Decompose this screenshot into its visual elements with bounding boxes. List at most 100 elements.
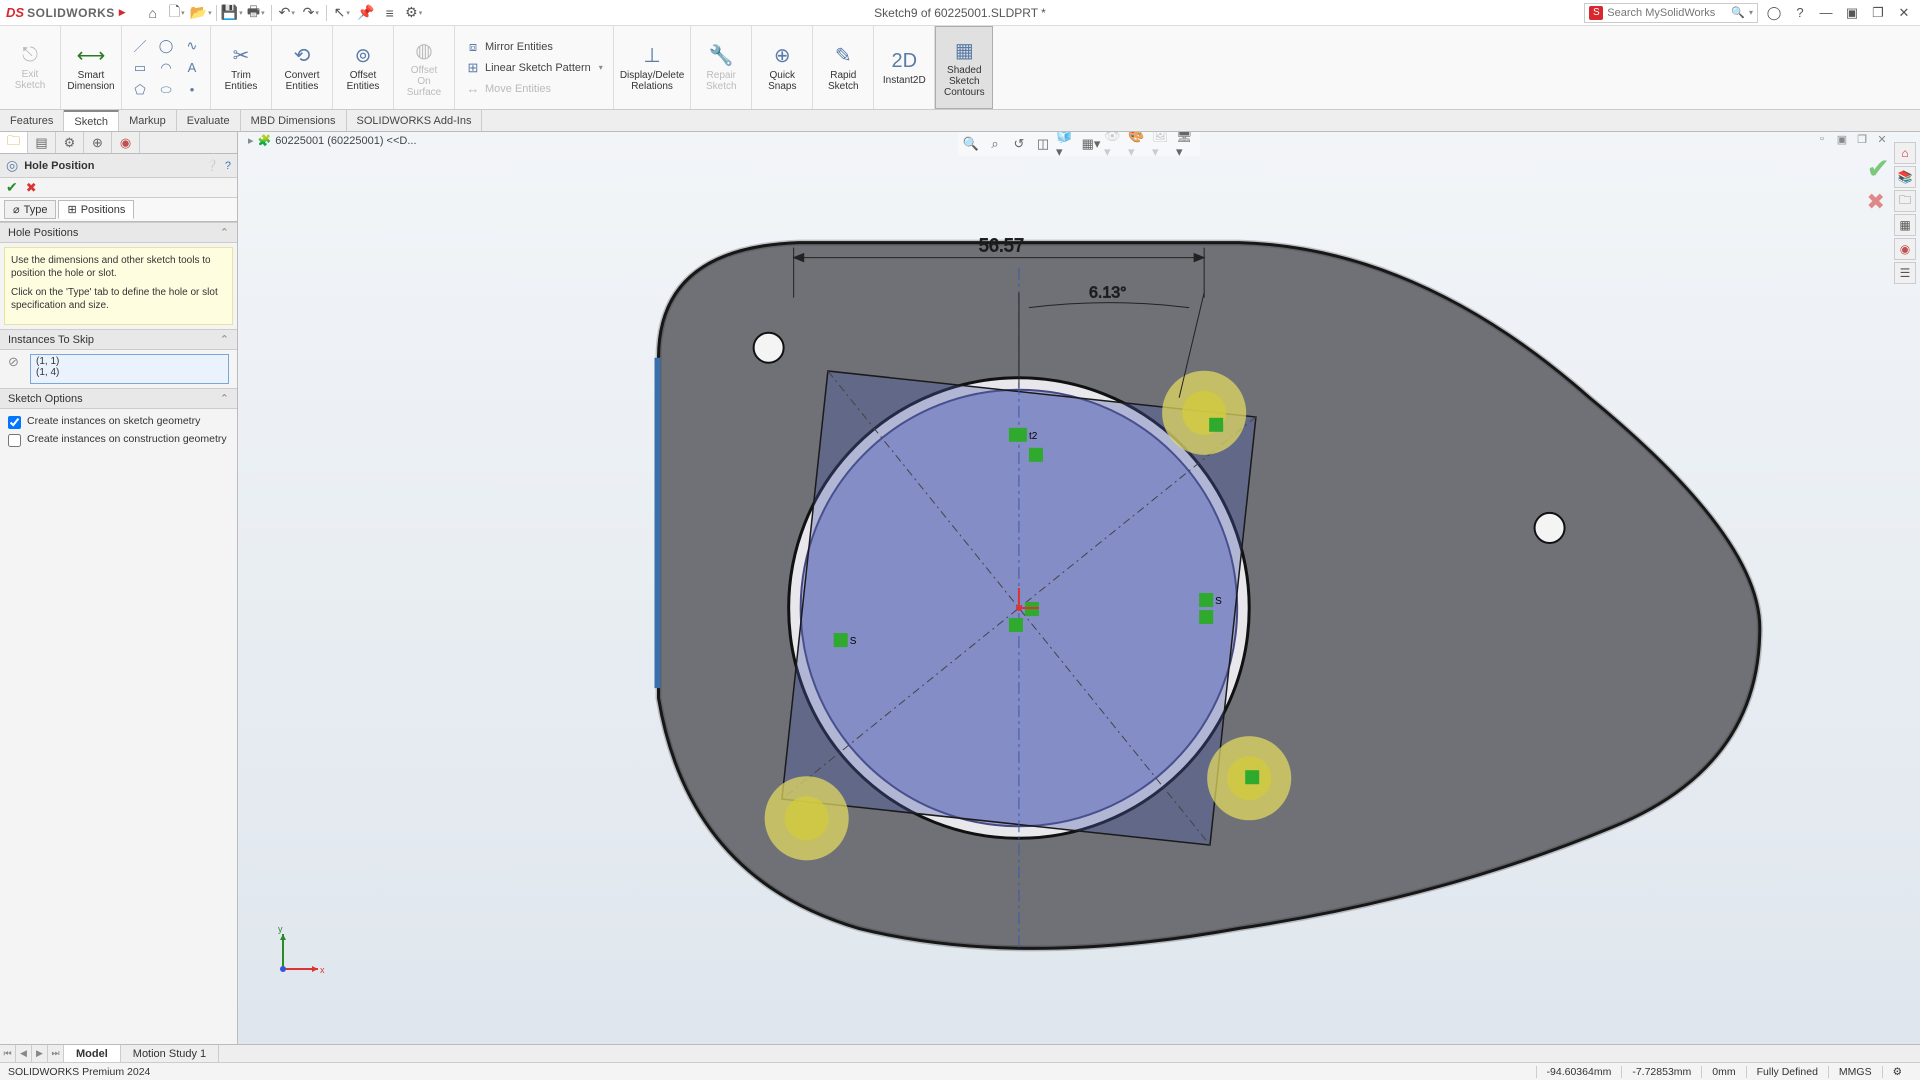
pm-title: Hole Position <box>24 160 199 172</box>
user-icon[interactable]: ◯ <box>1764 3 1784 23</box>
trim-entities-button[interactable]: ✂TrimEntities <box>217 43 265 92</box>
undo-icon[interactable]: ↶ <box>276 2 298 24</box>
part-drawing: t2 S S <box>238 132 1920 1044</box>
options-icon[interactable]: ⚙ <box>403 2 425 24</box>
ellipse-icon[interactable]: ⬭ <box>154 80 178 100</box>
pm-help-box: Use the dimensions and other sketch tool… <box>4 247 233 325</box>
tab-mbd-dimensions[interactable]: MBD Dimensions <box>241 110 347 131</box>
pin-icon[interactable]: 📌 <box>355 2 377 24</box>
spline-icon[interactable]: ∿ <box>180 36 204 56</box>
list-item[interactable]: (1, 1) <box>32 356 227 367</box>
svg-text:x: x <box>320 965 325 975</box>
selected-edge <box>654 358 660 688</box>
repair-sketch-button[interactable]: 🔧RepairSketch <box>697 43 745 92</box>
mirror-entities-button[interactable]: ⧈Mirror Entities <box>461 37 557 57</box>
pm-section-instances-skip[interactable]: Instances To Skip⌃ <box>0 329 237 350</box>
help-icon[interactable]: ? <box>1790 3 1810 23</box>
tab-nav-first-icon[interactable]: ⏮ <box>0 1045 16 1062</box>
tab-nav-next-icon[interactable]: ▶ <box>32 1045 48 1062</box>
move-entities-button[interactable]: ↔Move Entities <box>461 79 555 99</box>
save-icon[interactable]: 💾 <box>221 2 243 24</box>
text-icon[interactable]: A <box>180 58 204 78</box>
tab-model[interactable]: Model <box>64 1045 121 1062</box>
pm-help-icon[interactable]: ? <box>225 160 231 172</box>
search-input[interactable] <box>1607 7 1727 19</box>
tab-sketch[interactable]: Sketch <box>64 110 119 131</box>
pm-section-sketch-options[interactable]: Sketch Options⌃ <box>0 388 237 409</box>
print-icon[interactable]: 🖶 <box>245 2 267 24</box>
smart-dimension-button[interactable]: ⟷SmartDimension <box>67 43 115 92</box>
offset-on-surface-button[interactable]: ◍OffsetOnSurface <box>400 38 448 98</box>
fm-tab-feature-tree-icon[interactable]: 🗀 <box>0 132 28 153</box>
status-units[interactable]: MMGS <box>1828 1066 1882 1078</box>
type-tab-icon: ⌀ <box>13 203 20 216</box>
pm-accept-button[interactable]: ✔ <box>6 179 18 196</box>
skip-instances-list[interactable]: (1, 1) (1, 4) <box>30 354 229 384</box>
opt-create-on-sketch-geometry[interactable]: Create instances on sketch geometry <box>8 413 229 431</box>
display-delete-relations-button[interactable]: ⊥Display/DeleteRelations <box>620 43 684 92</box>
fm-tab-dimxpert-icon[interactable]: ⊕ <box>84 132 112 153</box>
pm-detailed-help-icon[interactable]: ❔ <box>205 159 219 172</box>
instant2d-button[interactable]: 2DInstant2D <box>880 50 928 86</box>
convert-entities-button[interactable]: ⟲ConvertEntities <box>278 43 326 92</box>
offset-entities-button[interactable]: ⊚OffsetEntities <box>339 43 387 92</box>
circle-icon[interactable]: ◯ <box>154 36 178 56</box>
polygon-icon[interactable]: ⬠ <box>128 80 152 100</box>
redo-icon[interactable]: ↷ <box>300 2 322 24</box>
search-icon[interactable]: 🔍 <box>1731 6 1745 19</box>
minimize-icon[interactable]: — <box>1816 3 1836 23</box>
list-item[interactable]: (1, 4) <box>32 367 227 378</box>
tab-nav-prev-icon[interactable]: ◀ <box>16 1045 32 1062</box>
document-title: Sketch9 of 60225001.SLDPRT * <box>874 6 1046 20</box>
sketch-entities-grid: ／ ◯ ∿ ▭ ◠ A ⬠ ⬭ • <box>128 36 204 100</box>
property-manager-panel: 🗀 ▤ ⚙ ⊕ ◉ ◎ Hole Position ❔ ? ✔ ✖ ⌀Type … <box>0 132 238 1044</box>
pm-tab-type[interactable]: ⌀Type <box>4 200 56 219</box>
hole-preview <box>1162 371 1246 455</box>
opt-create-on-construction-geometry[interactable]: Create instances on construction geometr… <box>8 431 229 449</box>
tab-features[interactable]: Features <box>0 110 64 131</box>
quick-access-toolbar: ⌂ 🗋 📂 💾 🖶 ↶ ↷ ↖ 📌 ≡ ⚙ <box>142 2 425 24</box>
rapid-sketch-button[interactable]: ✎RapidSketch <box>819 43 867 92</box>
arc-icon[interactable]: ◠ <box>154 58 178 78</box>
status-product: SOLIDWORKS Premium 2024 <box>8 1066 1536 1078</box>
command-ribbon: ⎋ExitSketch ⟷SmartDimension ／ ◯ ∿ ▭ ◠ A … <box>0 26 1920 110</box>
hole-preview <box>765 776 849 860</box>
linear-pattern-button[interactable]: ⊞Linear Sketch Pattern▾ <box>461 58 607 78</box>
tab-evaluate[interactable]: Evaluate <box>177 110 241 131</box>
collapse-icon: ⌃ <box>220 226 229 239</box>
pm-cancel-button[interactable]: ✖ <box>26 180 37 196</box>
line-icon[interactable]: ／ <box>128 36 152 56</box>
rebuild-icon[interactable]: ≡ <box>379 2 401 24</box>
close-icon[interactable]: ✕ <box>1894 3 1914 23</box>
point-icon[interactable]: • <box>180 80 204 100</box>
tab-nav-last-icon[interactable]: ⏭ <box>48 1045 64 1062</box>
open-icon[interactable]: 📂 <box>190 2 212 24</box>
graphics-area[interactable]: ▸ 🧩 60225001 (60225001) <<D... ▫ ▣ ❐ ✕ 🔍… <box>238 132 1920 1044</box>
skip-instance-icon: ⊘ <box>8 354 24 370</box>
svg-text:56.57: 56.57 <box>979 236 1024 256</box>
search-box[interactable]: S 🔍 ▾ <box>1584 3 1758 23</box>
svg-text:y: y <box>278 924 283 934</box>
tab-motion-study[interactable]: Motion Study 1 <box>121 1045 219 1062</box>
status-sketch-state: Fully Defined <box>1746 1066 1828 1078</box>
pm-tab-positions[interactable]: ⊞Positions <box>58 200 134 219</box>
fm-tab-display-icon[interactable]: ◉ <box>112 132 140 153</box>
new-icon[interactable]: 🗋 <box>166 2 188 24</box>
fm-tab-config-icon[interactable]: ⚙ <box>56 132 84 153</box>
layout-icon[interactable]: ▣ <box>1842 3 1862 23</box>
exit-sketch-button[interactable]: ⎋ExitSketch <box>6 44 54 91</box>
app-logo: DS SOLIDWORKS▶ <box>0 5 132 20</box>
pm-section-hole-positions[interactable]: Hole Positions⌃ <box>0 222 237 243</box>
collapse-icon: ⌃ <box>220 392 229 405</box>
restore-icon[interactable]: ❐ <box>1868 3 1888 23</box>
shaded-sketch-contours-button[interactable]: ▦ShadedSketchContours <box>940 38 988 98</box>
quick-snaps-button[interactable]: ⊕QuickSnaps <box>758 43 806 92</box>
home-icon[interactable]: ⌂ <box>142 2 164 24</box>
select-icon[interactable]: ↖ <box>331 2 353 24</box>
fm-tab-property-manager-icon[interactable]: ▤ <box>28 132 56 153</box>
rectangle-icon[interactable]: ▭ <box>128 58 152 78</box>
tab-solidworks-addins[interactable]: SOLIDWORKS Add-Ins <box>347 110 483 131</box>
tab-markup[interactable]: Markup <box>119 110 177 131</box>
status-coord-x: -94.60364mm <box>1536 1066 1622 1078</box>
status-menu-icon[interactable]: ⚙ <box>1882 1066 1912 1078</box>
